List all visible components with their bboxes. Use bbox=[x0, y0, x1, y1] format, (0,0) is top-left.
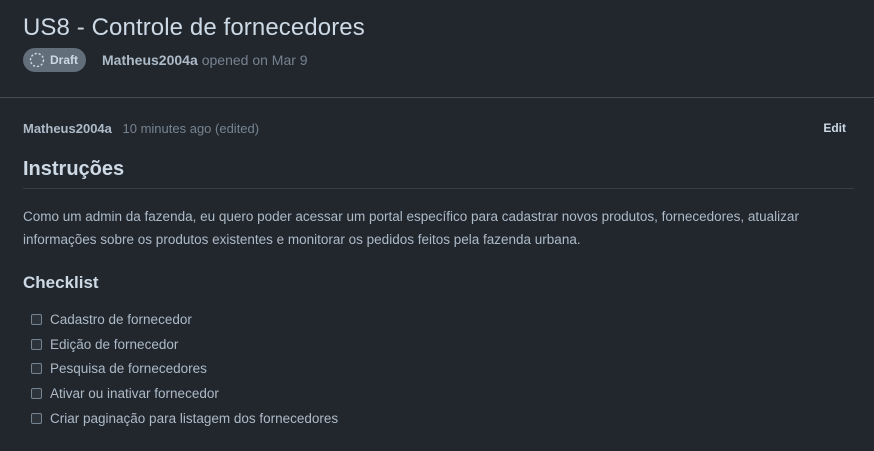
opened-text: opened on Mar 9 bbox=[201, 52, 308, 68]
issue-author-link[interactable]: Matheus2004a bbox=[102, 52, 198, 68]
checklist-checkbox[interactable] bbox=[31, 338, 42, 350]
issue-comment: Matheus2004a 10 minutes ago (edited) Edi… bbox=[23, 114, 854, 430]
checklist-item-label: Edição de fornecedor bbox=[50, 336, 179, 352]
comment-meta: Matheus2004a 10 minutes ago (edited) bbox=[23, 121, 259, 136]
checklist-item-label: Pesquisa de fornecedores bbox=[50, 361, 207, 377]
checklist-checkbox[interactable] bbox=[31, 363, 42, 375]
checklist-checkbox[interactable] bbox=[31, 313, 42, 325]
issue-meta-text: Matheus2004a opened on Mar 9 bbox=[102, 52, 308, 68]
comment-body: Como um admin da fazenda, eu quero poder… bbox=[23, 209, 799, 247]
checklist: Cadastro de fornecedor Edição de fornece… bbox=[23, 307, 854, 430]
status-badge: Draft bbox=[23, 48, 87, 72]
edit-button[interactable]: Edit bbox=[823, 121, 846, 135]
checklist-item-label: Cadastro de fornecedor bbox=[50, 311, 192, 327]
comment-heading: Instruções bbox=[23, 156, 854, 189]
checklist-item: Pesquisa de fornecedores bbox=[31, 356, 854, 381]
checklist-item: Cadastro de fornecedor bbox=[31, 307, 854, 332]
checklist-item-label: Ativar ou inativar fornecedor bbox=[50, 385, 219, 401]
checklist-heading: Checklist bbox=[23, 273, 99, 292]
comment-author-link[interactable]: Matheus2004a bbox=[23, 121, 112, 136]
comment-header: Matheus2004a 10 minutes ago (edited) Edi… bbox=[23, 114, 854, 142]
issue-header: US8 - Controle de fornecedores Draft Mat… bbox=[23, 12, 854, 72]
issue-title: US8 - Controle de fornecedores bbox=[23, 14, 365, 41]
checklist-item: Ativar ou inativar fornecedor bbox=[31, 381, 854, 406]
checklist-item: Criar paginação para listagem dos fornec… bbox=[31, 406, 854, 431]
checklist-item: Edição de fornecedor bbox=[31, 332, 854, 357]
status-badge-label: Draft bbox=[50, 53, 79, 67]
issue-meta: Draft Matheus2004a opened on Mar 9 bbox=[23, 48, 854, 72]
comment-timestamp[interactable]: 10 minutes ago (edited) bbox=[123, 121, 260, 136]
checklist-checkbox[interactable] bbox=[31, 412, 42, 424]
checklist-checkbox[interactable] bbox=[31, 387, 42, 399]
checklist-item-label: Criar paginação para listagem dos fornec… bbox=[50, 410, 339, 426]
issue-page: US8 - Controle de fornecedores Draft Mat… bbox=[0, 0, 874, 451]
draft-circle-icon bbox=[29, 52, 45, 68]
header-divider bbox=[0, 97, 874, 98]
